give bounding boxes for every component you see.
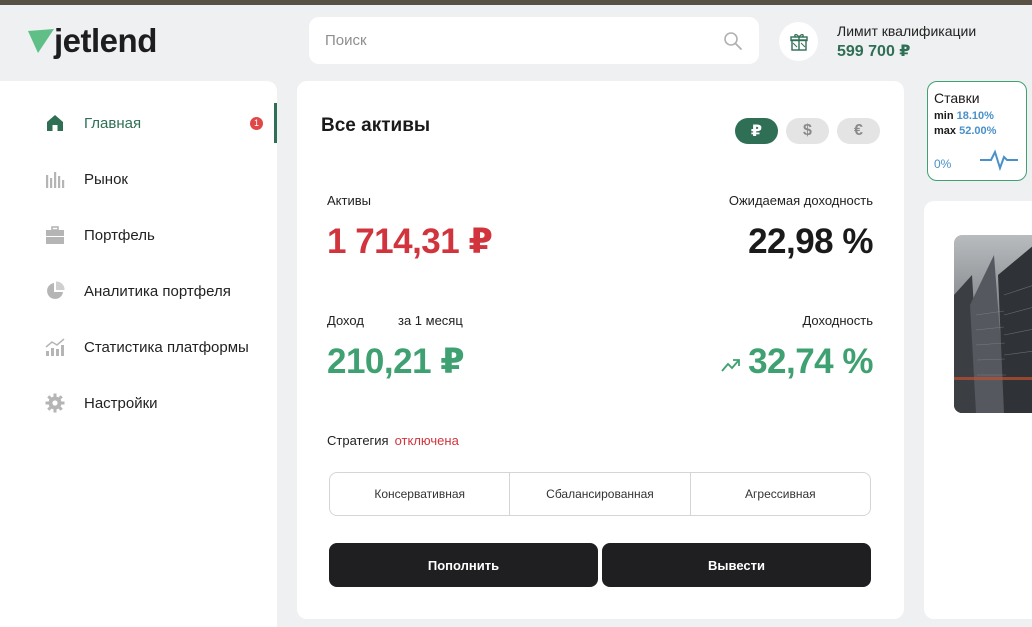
- assets-card: Все активы ₽ $ € Активы 1 714,31 ₽ Ожида…: [297, 81, 904, 619]
- income-label: Доход: [327, 313, 364, 328]
- strategy-label: Стратегия: [327, 433, 389, 448]
- assets-label: Активы: [327, 193, 371, 208]
- withdraw-button[interactable]: Вывести: [602, 543, 871, 587]
- expected-yield-value: 22,98 %: [748, 222, 873, 261]
- sidebar-item-analytics[interactable]: Аналитика портфеля: [0, 269, 277, 313]
- qualification-limit-value: 599 700 ₽: [837, 43, 911, 60]
- home-icon: [44, 112, 66, 134]
- sidebar-item-label: Аналитика портфеля: [84, 282, 231, 300]
- rates-title: Ставки: [934, 90, 980, 106]
- income-value: 210,21 ₽: [327, 342, 465, 381]
- rates-widget[interactable]: Ставки min 18.10% max 52.00% 0%: [927, 81, 1027, 181]
- notification-badge: 1: [250, 116, 263, 130]
- expected-yield-label: Ожидаемая доходность: [728, 193, 873, 208]
- yield-value: 32,74 %: [748, 342, 873, 381]
- strategy-balanced[interactable]: Сбалансированная: [509, 473, 689, 515]
- search-input[interactable]: [325, 32, 723, 49]
- sidebar: Главная 1 Рынок Портфель Аналитика портф…: [0, 81, 277, 627]
- promo-card: [924, 201, 1032, 619]
- deposit-button[interactable]: Пополнить: [329, 543, 598, 587]
- pulse-line-icon: [980, 149, 1018, 172]
- briefcase-icon: [44, 224, 66, 246]
- strategy-conservative[interactable]: Консервативная: [330, 473, 509, 515]
- currency-eur-button[interactable]: €: [837, 118, 880, 144]
- search-icon[interactable]: [723, 31, 743, 51]
- strategy-status: отключена: [394, 433, 459, 448]
- sidebar-item-statistics[interactable]: Статистика платформы: [0, 325, 277, 369]
- assets-value: 1 714,31 ₽: [327, 222, 493, 261]
- bar-chart-icon: [44, 168, 66, 190]
- sidebar-item-label: Статистика платформы: [84, 338, 249, 356]
- top-border: [0, 0, 1032, 5]
- sidebar-item-settings[interactable]: Настройки: [0, 381, 277, 425]
- rates-min: min 18.10%: [934, 110, 994, 122]
- qualification-limit-label: Лимит квалификации: [837, 23, 977, 39]
- assets-title: Все активы: [321, 115, 431, 136]
- search-box[interactable]: [309, 17, 759, 64]
- trend-up-icon: [721, 359, 740, 372]
- sidebar-item-label: Главная: [84, 114, 142, 132]
- growth-chart-icon: [44, 336, 66, 358]
- sidebar-item-market[interactable]: Рынок: [0, 157, 277, 201]
- logo-icon: [28, 29, 54, 53]
- sidebar-item-label: Рынок: [84, 170, 128, 188]
- gear-icon: [44, 392, 66, 414]
- logo[interactable]: jetlend: [28, 20, 157, 60]
- sidebar-item-portfolio[interactable]: Портфель: [0, 213, 277, 257]
- strategy-aggressive[interactable]: Агрессивная: [689, 473, 870, 515]
- rates-max: max 52.00%: [934, 125, 997, 137]
- logo-text: jetlend: [54, 21, 157, 59]
- sidebar-item-home[interactable]: Главная 1: [0, 101, 277, 145]
- sidebar-item-label: Портфель: [84, 226, 155, 244]
- strategy-row: Стратегия отключена: [327, 433, 459, 448]
- yield-label: Доходность: [802, 313, 873, 328]
- strategy-selector: Консервативная Сбалансированная Агрессив…: [329, 472, 871, 516]
- currency-rub-button[interactable]: ₽: [735, 118, 778, 144]
- currency-usd-button[interactable]: $: [786, 118, 829, 144]
- income-period[interactable]: за 1 месяц: [398, 313, 463, 328]
- pie-chart-icon: [44, 280, 66, 302]
- rates-change: 0%: [934, 157, 952, 171]
- sidebar-item-label: Настройки: [84, 394, 158, 412]
- promo-photo[interactable]: [954, 235, 1032, 413]
- gift-icon[interactable]: [779, 22, 818, 61]
